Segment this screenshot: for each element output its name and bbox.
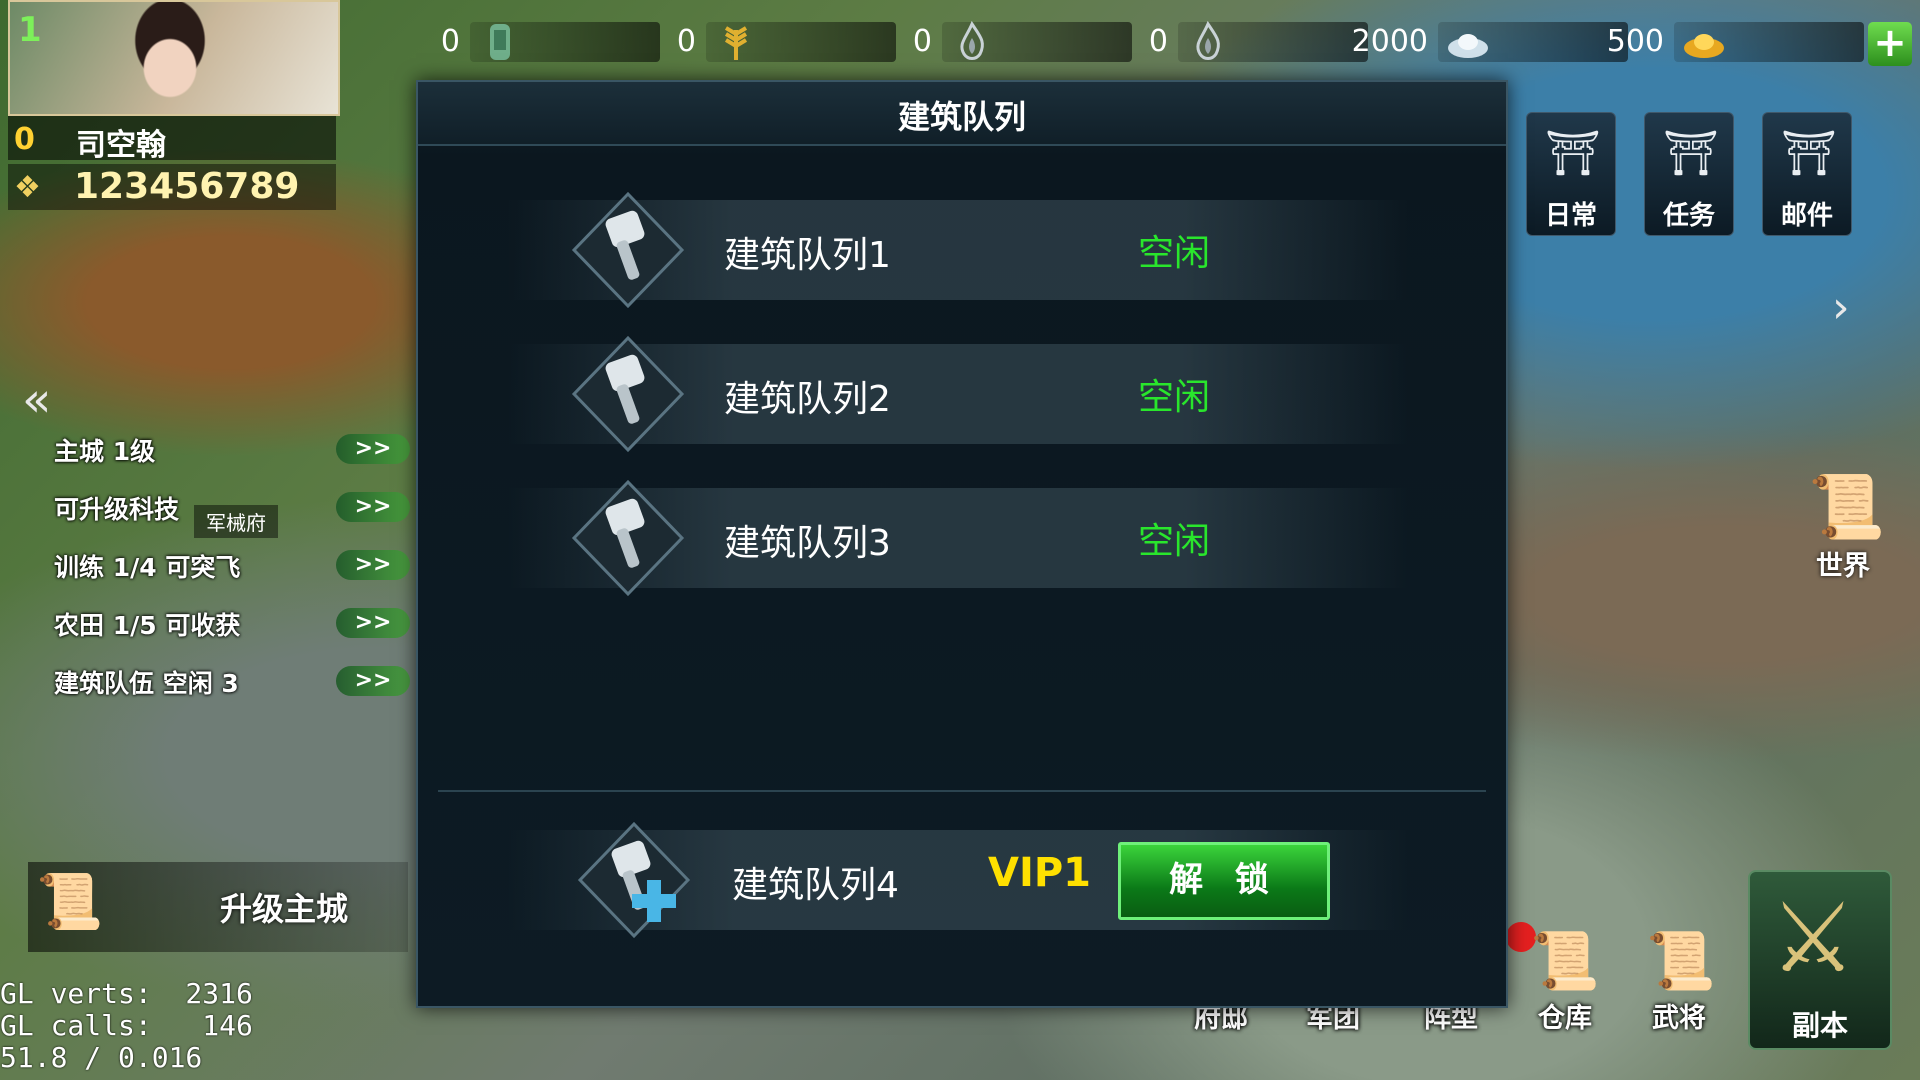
quest-label: 农田 1/5 可收获 [54,611,241,640]
dialog-title: 建筑队列 [897,98,1026,136]
player-level: 1 [18,10,42,50]
unlock-button[interactable]: 解 锁 [1118,842,1330,920]
silver-ingot-icon [1448,34,1488,58]
quest-go-button[interactable]: >> [336,550,410,580]
resource-value: 0 [676,24,696,59]
debug-stats: GL verts: 2316 GL calls: 146 51.8 / 0.016 [0,978,253,1074]
resource-value: 0 [1148,24,1168,59]
grain-icon [724,26,748,60]
daily-button[interactable]: ⛩ 日常 [1526,112,1616,236]
vip-requirement: VIP1 [988,850,1091,896]
hammer-icon [571,191,685,309]
pavilion-icon: ⛩ [1781,128,1837,179]
generals-scroll-icon[interactable]: 📜 [1646,928,1716,994]
debug-line: 51.8 / 0.016 [0,1041,203,1074]
resource-value: 500 [1606,24,1664,59]
resource-bar: 0 0 0 0 2000 500 + [340,8,1920,80]
queue-status: 空闲 [1138,377,1211,418]
mail-label: 邮件 [1780,201,1833,231]
quest-go-button[interactable]: >> [336,434,410,464]
dialog-header: 建筑队列 [418,82,1506,146]
hammer-icon [571,479,685,597]
tasks-button[interactable]: ⛩ 任务 [1644,112,1734,236]
locked-queue-row: 建筑队列4 VIP1 解 锁 [508,821,1408,939]
power-icon: ❖ [14,170,41,205]
expand-right-icon[interactable]: › [1832,282,1850,333]
player-avatar[interactable] [8,0,340,116]
quest-label: 训练 1/4 可突飞 [54,553,241,582]
mail-button[interactable]: ⛩ 邮件 [1762,112,1852,236]
divider [438,790,1486,792]
avatar-portrait [110,2,230,112]
pavilion-icon: ⛩ [1545,128,1601,179]
world-scroll-icon[interactable]: 📜 [1808,470,1885,544]
daily-label: 日常 [1544,201,1597,231]
queue-name: 建筑队列1 [724,235,891,276]
quest-go-button[interactable]: >> [336,666,410,696]
vip-level: 0 [14,122,35,157]
quest-label: 建筑队伍 空闲 3 [54,669,239,698]
player-name-row [8,116,336,160]
queue-name: 建筑队列3 [724,523,891,564]
scroll-icon: 📜 [36,870,104,933]
build-queue-dialog: 建筑队列 建筑队列1 空闲 建筑队列2 空闲 建筑队列3 空闲 建筑队列4 VI… [416,80,1508,1008]
debug-line: GL verts: 2316 [0,977,253,1010]
quest-go-button[interactable]: >> [336,608,410,638]
warehouse-scroll-icon[interactable]: 📜 [1530,928,1600,994]
queue-row[interactable]: 建筑队列3 空闲 [508,479,1408,597]
tasks-label: 任务 [1662,201,1715,231]
spirit-flame-icon [960,20,984,60]
quest-item[interactable]: 农田 1/5 可收获 >> [40,598,410,648]
add-gold-button[interactable]: + [1868,22,1912,66]
hammer-icon [571,335,685,453]
quest-item[interactable]: 训练 1/4 可突飞 >> [40,540,410,590]
nav-warehouse[interactable]: 仓库 [1538,996,1592,1035]
pavilion-icon: ⛩ [1663,128,1719,179]
queue-status: 空闲 [1138,233,1211,274]
dungeon-button[interactable]: ⚔ 副本 [1748,870,1892,1050]
queue-row[interactable]: 建筑队列1 空闲 [508,191,1408,309]
quest-item[interactable]: 建筑队伍 空闲 3 >> [40,656,410,706]
locked-hammer-icon [577,821,691,939]
quest-label: 主城 1级 [54,437,156,466]
quest-go-button[interactable]: >> [336,492,410,522]
player-power: 123456789 [74,166,300,207]
crossed-swords-icon: ⚔ [1770,882,1857,994]
dungeon-label: 副本 [1791,1009,1848,1042]
player-name: 司空翰 [76,128,166,163]
jade-token-icon [490,24,510,60]
resource-value: 2000 [1351,24,1428,59]
upgrade-city-label: 升级主城 [220,890,349,928]
quest-label: 可升级科技 [54,495,180,524]
building-tag[interactable]: 军械府 [194,505,278,538]
collapse-left-icon[interactable]: « [22,372,51,428]
quest-item[interactable]: 主城 1级 >> [40,424,410,474]
queue-name: 建筑队列2 [724,379,891,420]
queue-status: 空闲 [1138,521,1211,562]
queue-name: 建筑队列4 [732,865,899,906]
queue-row[interactable]: 建筑队列2 空闲 [508,335,1408,453]
nav-generals[interactable]: 武将 [1652,996,1706,1035]
gold-ingot-icon [1684,34,1724,58]
spirit-flame-icon [1196,20,1220,60]
world-label[interactable]: 世界 [1816,544,1870,583]
resource-value: 0 [912,24,932,59]
debug-line: GL calls: 146 [0,1009,253,1042]
